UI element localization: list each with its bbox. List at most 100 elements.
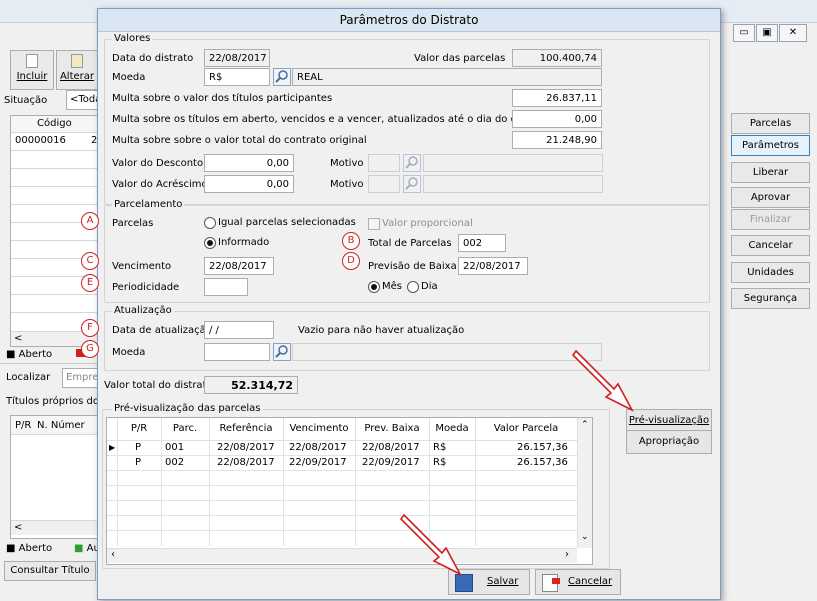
marker-g: G	[81, 340, 99, 358]
total-parcelas-field[interactable]: 002	[458, 234, 506, 252]
valor-parcelas-label: Valor das parcelas	[414, 53, 506, 64]
cell-vencimento: 22/09/2017	[289, 457, 347, 468]
data-atualizacao-field[interactable]: / /	[204, 321, 274, 339]
informado-label: Informado	[218, 237, 270, 248]
atualizacao-moeda-search-icon[interactable]	[273, 343, 291, 361]
valor-proporcional-checkbox[interactable]	[368, 218, 380, 230]
multa2-field[interactable]: 0,00	[512, 110, 602, 128]
col-vencimento[interactable]: Vencimento	[283, 418, 356, 440]
desconto-label: Valor do Desconto	[112, 158, 204, 169]
parametros-button[interactable]: Parâmetros	[731, 135, 810, 156]
motivo-acrescimo-name	[423, 175, 603, 193]
moeda-label: Moeda	[112, 72, 146, 83]
col-moeda[interactable]: Moeda	[429, 418, 476, 440]
scroll-down-icon[interactable]: ⌄	[581, 532, 589, 542]
cell-parc: 001	[165, 442, 185, 453]
atualizacao-moeda-name	[292, 343, 602, 361]
atualizacao-moeda-field[interactable]	[204, 343, 270, 361]
col-prev-baixa[interactable]: Prev. Baixa	[355, 418, 430, 440]
acrescimo-label: Valor do Acréscimo	[112, 179, 208, 190]
multa2-label: Multa sobre os títulos em aberto, vencid…	[112, 114, 550, 125]
motivo-desconto-code[interactable]	[368, 154, 400, 172]
marker-c: C	[81, 252, 99, 270]
parcelas-button[interactable]: Parcelas	[731, 113, 810, 134]
cancelar-button[interactable]: Cancelar	[535, 569, 621, 595]
titulos-header-pr: P/R	[15, 420, 32, 431]
motivo-desconto-label: Motivo	[330, 158, 364, 169]
contracts-grid[interactable]: Código 00000016 2 <	[10, 115, 102, 347]
marker-b: B	[342, 232, 360, 250]
motivo-acrescimo-label: Motivo	[330, 179, 364, 190]
parcelamento-group-title: Parcelamento	[112, 199, 185, 210]
minimize-icon[interactable]: ▭	[733, 24, 755, 42]
titulos-grid[interactable]: P/R N. Númer <	[10, 415, 102, 539]
valor-parcelas-field[interactable]: 100.400,74	[512, 49, 602, 67]
multa3-label: Multa sobre sobre o valor total do contr…	[112, 135, 367, 146]
marker-e: E	[81, 274, 99, 292]
vencimento-field[interactable]: 22/08/2017	[204, 257, 274, 275]
alterar-button[interactable]: Alterar	[56, 50, 98, 90]
close-icon[interactable]: ✕	[779, 24, 807, 42]
valores-group-title: Valores	[112, 33, 153, 44]
radio-mes[interactable]	[368, 281, 380, 293]
titulos-hscroll[interactable]: <	[11, 520, 102, 535]
motivo-acrescimo-search-icon[interactable]	[403, 175, 421, 193]
parcelas-label: Parcelas	[112, 218, 154, 229]
radio-dia[interactable]	[407, 281, 419, 293]
seguranca-button[interactable]: Segurança	[731, 288, 810, 309]
multa1-field[interactable]: 26.837,11	[512, 89, 602, 107]
col-pr[interactable]: P/R	[117, 418, 162, 440]
moeda-code-field[interactable]: R$	[204, 68, 270, 86]
moeda-search-icon[interactable]	[273, 68, 291, 86]
motivo-desconto-name	[423, 154, 603, 172]
col-referencia[interactable]: Referência	[209, 418, 284, 440]
apropriacao-button[interactable]: Apropriação	[626, 430, 712, 454]
annotation-arrow-salvar	[399, 513, 462, 576]
liberar-button[interactable]: Liberar	[731, 162, 810, 183]
current-row-icon: ▶	[109, 443, 116, 452]
previsao-baixa-field[interactable]: 22/08/2017	[458, 257, 528, 275]
valor-total-label: Valor total do distrato	[104, 380, 213, 391]
localizar-label: Localizar	[6, 372, 51, 383]
table-hscroll[interactable]: ‹ ›	[107, 548, 577, 563]
cancelar-side-button[interactable]: Cancelar	[731, 235, 810, 256]
periodicidade-label: Periodicidade	[112, 282, 180, 293]
scroll-up-icon[interactable]: ⌃	[581, 420, 589, 430]
marker-a: A	[81, 212, 99, 230]
table-vscroll[interactable]: ⌃ ⌄	[577, 418, 592, 548]
consultar-titulo-button[interactable]: Consultar Título	[4, 561, 96, 581]
motivo-desconto-search-icon[interactable]	[403, 154, 421, 172]
marker-f: F	[81, 319, 99, 337]
edit-icon	[71, 54, 83, 68]
data-distrato-label: Data do distrato	[112, 53, 194, 64]
data-distrato-field[interactable]: 22/08/2017	[204, 49, 270, 67]
periodicidade-field[interactable]	[204, 278, 248, 296]
cell-valor: 26.157,36	[517, 442, 568, 453]
incluir-button[interactable]: Incluir	[10, 50, 54, 90]
table-row[interactable]	[117, 456, 577, 470]
preview-table[interactable]: P/R Parc. Referência Vencimento Prev. Ba…	[106, 417, 593, 565]
titulos-header-num: N. Númer	[37, 420, 85, 431]
col-valor-parcela[interactable]: Valor Parcela	[475, 418, 578, 440]
data-atualizacao-label: Data de atualização	[112, 325, 212, 336]
finalizar-button[interactable]: Finalizar	[731, 209, 810, 230]
multa3-field[interactable]: 21.248,90	[512, 131, 602, 149]
scroll-left-icon[interactable]: ‹	[111, 549, 115, 560]
table-row[interactable]	[117, 441, 577, 455]
radio-informado[interactable]	[204, 237, 216, 249]
cell-valor: 26.157,36	[517, 457, 568, 468]
scroll-right-icon[interactable]: ›	[565, 549, 569, 560]
col-parc[interactable]: Parc.	[161, 418, 210, 440]
mes-label: Mês	[382, 281, 402, 292]
aprovar-button[interactable]: Aprovar	[731, 187, 810, 208]
grid-header-codigo: Código	[37, 118, 72, 129]
desconto-field[interactable]: 0,00	[204, 154, 294, 172]
moeda-name-field: REAL	[292, 68, 602, 86]
new-doc-icon	[26, 54, 38, 68]
maximize-icon[interactable]: ▣	[756, 24, 778, 42]
cancel-arrow-icon	[552, 578, 560, 584]
unidades-button[interactable]: Unidades	[731, 262, 810, 283]
acrescimo-field[interactable]: 0,00	[204, 175, 294, 193]
motivo-acrescimo-code[interactable]	[368, 175, 400, 193]
radio-igual-parcelas[interactable]	[204, 217, 216, 229]
